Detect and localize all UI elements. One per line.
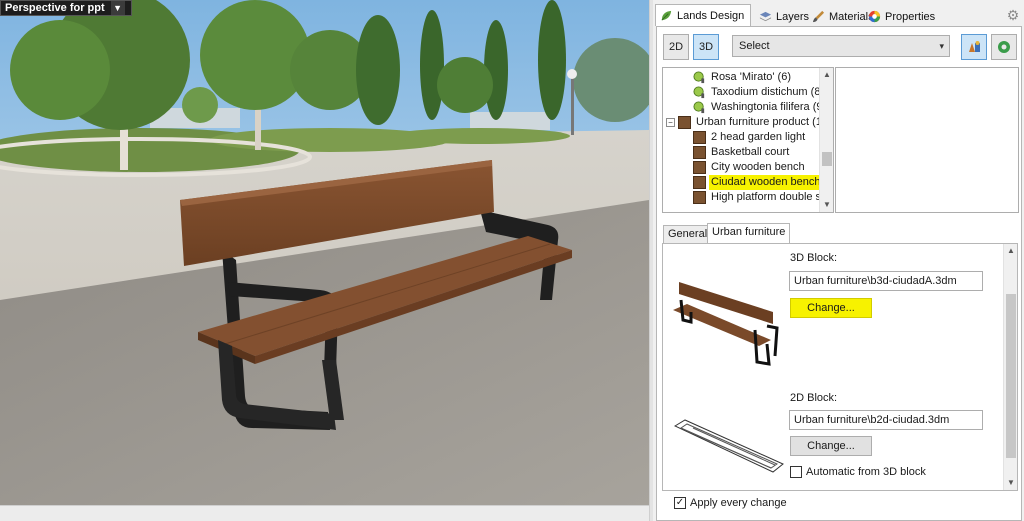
street-lamp (571, 75, 574, 135)
viewport-status-strip (0, 505, 652, 521)
bench-2d-thumbnail (673, 419, 784, 473)
viewport-title[interactable]: Perspective for ppt ▼ (0, 0, 132, 16)
scroll-down-icon[interactable]: ▼ (1004, 476, 1017, 490)
tree-item[interactable]: Washingtonia filifera (9 (693, 100, 824, 115)
tree-preview-area (835, 67, 1019, 213)
plant-icon (693, 101, 705, 114)
tree-item[interactable]: Basketball court (693, 145, 791, 160)
furniture-icon (693, 161, 706, 174)
furniture-icon (693, 191, 706, 204)
plant-gear-icon (998, 41, 1010, 53)
place-object-button[interactable] (961, 34, 987, 60)
change-3d-block-button[interactable]: Change... (790, 298, 872, 318)
tab-label: Properties (885, 10, 936, 23)
panel-toolbar: 2D 3D Select ▾ (663, 34, 1017, 60)
checkbox-unchecked-icon[interactable] (790, 466, 802, 478)
settings-plant-button[interactable] (991, 34, 1017, 60)
gear-icon[interactable]: ⚙ (1006, 8, 1020, 22)
app-root: Perspective for ppt ▼ Lands Design Layer… (0, 0, 1024, 521)
viewport-title-label: Perspective for ppt (5, 2, 105, 14)
change-2d-block-button[interactable]: Change... (790, 436, 872, 456)
color-wheel-icon (868, 10, 881, 23)
automatic-from-3d-label: Automatic from 3D block (806, 466, 926, 478)
plant-icon (693, 71, 705, 84)
lands-design-panel: Lands Design Layers Materials Properties… (653, 0, 1024, 521)
chevron-down-icon: ▾ (939, 41, 944, 51)
caret-down-icon[interactable]: ▼ (110, 1, 125, 15)
tab-general[interactable]: General (663, 225, 713, 243)
bench-3d-thumbnail (673, 282, 779, 366)
view-3d-button[interactable]: 3D (693, 34, 719, 60)
view-2d-button[interactable]: 2D (663, 34, 689, 60)
apply-every-change-label: Apply every change (690, 497, 787, 509)
panel-body: 2D 3D Select ▾ Rosa 'Mirato' (6) Taxodiu… (656, 26, 1022, 521)
panel-tabbar: Lands Design Layers Materials Properties… (653, 4, 1024, 26)
scroll-thumb[interactable] (1006, 294, 1016, 458)
apply-every-change-checkbox[interactable]: ✓ Apply every change (674, 497, 787, 509)
scroll-up-icon[interactable]: ▲ (1004, 244, 1017, 258)
tree-item[interactable]: 2 head garden light (693, 130, 807, 145)
furniture-icon (693, 176, 706, 189)
block3d-label: 3D Block: (790, 252, 838, 264)
block3d-path-field[interactable]: Urban furniture\b3d-ciudadA.3dm (789, 271, 983, 291)
grass-island (390, 128, 570, 144)
checkbox-checked-icon[interactable]: ✓ (674, 497, 686, 509)
tree-item[interactable]: City wooden bench (693, 160, 807, 175)
distant-building (470, 112, 550, 130)
plant-icon (693, 86, 705, 99)
viewport-render (0, 0, 649, 505)
filter-select[interactable]: Select ▾ (732, 35, 950, 57)
place-tree-icon (969, 41, 980, 52)
pane-scrollbar[interactable]: ▲ ▼ (1003, 244, 1017, 490)
tab-label: Layers (776, 10, 810, 23)
block2d-path-field[interactable]: Urban furniture\b2d-ciudad.3dm (789, 410, 983, 430)
tree-item[interactable]: Rosa 'Mirato' (6) (693, 70, 793, 85)
perspective-viewport[interactable]: Perspective for ppt ▼ (0, 0, 649, 505)
filter-select-value: Select (739, 40, 770, 52)
scroll-thumb[interactable] (822, 152, 832, 166)
tab-urban-furniture[interactable]: Urban furniture (707, 223, 791, 243)
scroll-up-icon[interactable]: ▲ (820, 68, 833, 82)
urban-furniture-pane: 3D Block: Urban furniture\b3d-ciudadA.3d… (662, 243, 1018, 491)
street-lamp-head (567, 69, 577, 79)
furniture-icon (693, 146, 706, 159)
layers-icon (759, 11, 772, 22)
automatic-from-3d-checkbox[interactable]: Automatic from 3D block (790, 466, 926, 478)
scroll-down-icon[interactable]: ▼ (820, 198, 833, 212)
leaf-icon (661, 10, 672, 21)
tree-group-urban-furniture[interactable]: − Urban furniture product (13 (666, 115, 830, 130)
furniture-icon (693, 131, 706, 144)
furniture-group-icon (678, 116, 691, 129)
collapse-icon[interactable]: − (666, 118, 675, 127)
tree-scrollbar[interactable]: ▲ ▼ (819, 68, 833, 212)
properties-tabs: General Urban furniture (663, 223, 1017, 243)
tree-item[interactable]: High platform double s (693, 190, 823, 205)
block2d-label: 2D Block: (790, 392, 838, 404)
brush-icon (812, 10, 825, 23)
tree-item-selected[interactable]: Ciudad wooden bench (693, 175, 823, 190)
tree-item[interactable]: Taxodium distichum (8) (693, 85, 826, 100)
object-tree[interactable]: Rosa 'Mirato' (6) Taxodium distichum (8)… (662, 67, 834, 213)
tab-label: Lands Design (677, 9, 745, 22)
tab-lands-design[interactable]: Lands Design (655, 4, 752, 26)
tab-properties[interactable]: Properties (863, 6, 942, 26)
